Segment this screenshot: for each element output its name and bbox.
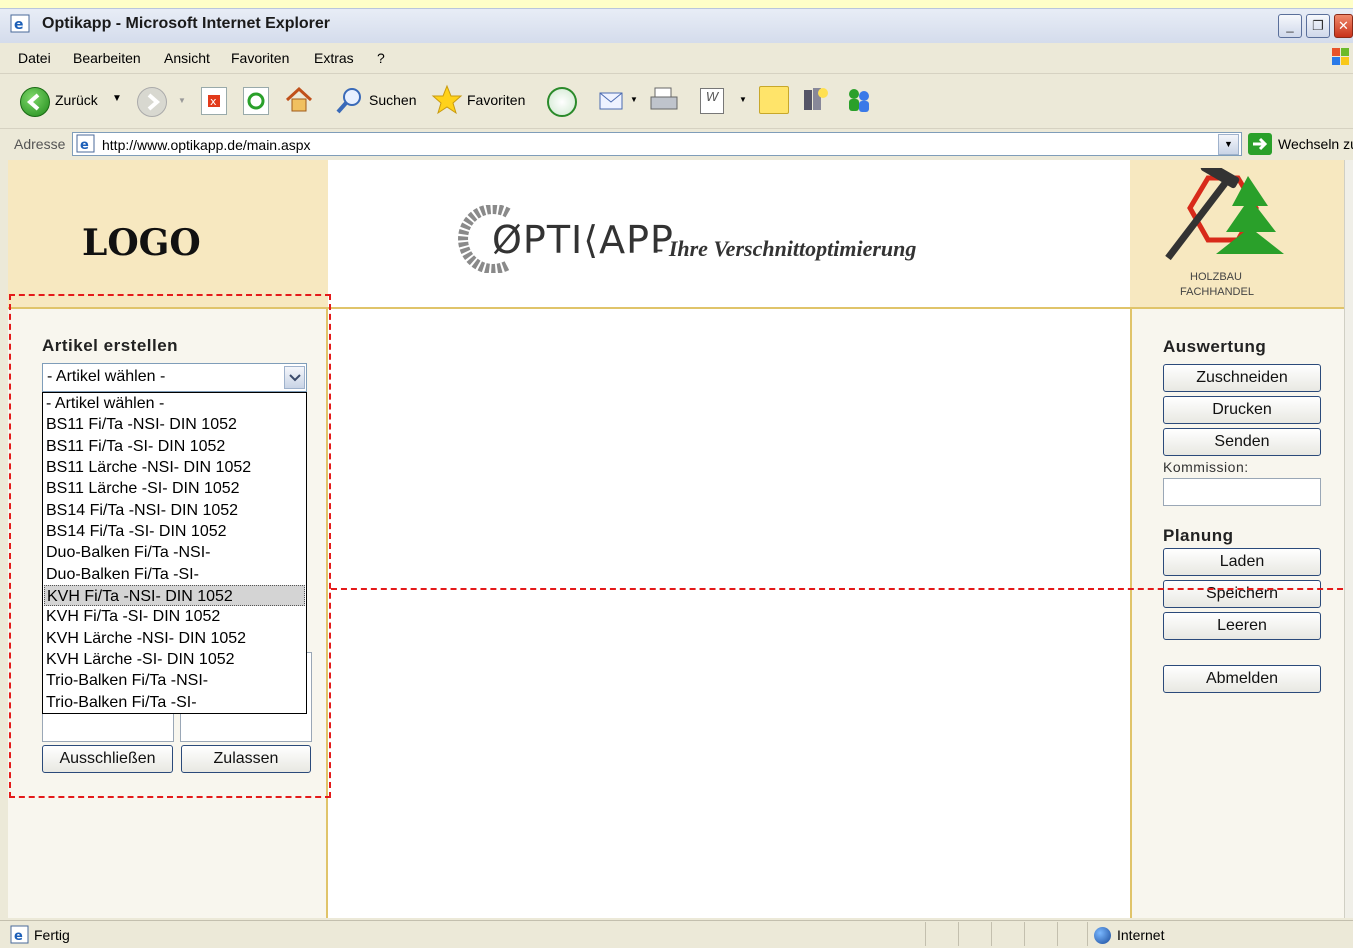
forward-arrow-icon[interactable] [137,87,167,117]
minimize-button[interactable]: _ [1278,14,1302,38]
favorites-button-label[interactable]: Favoriten [467,92,525,108]
globe-icon [1094,927,1111,944]
menu-extras[interactable]: Extras [314,50,354,66]
page-scrollbar[interactable] [1344,160,1353,918]
page-icon: e [76,134,96,154]
brand-name: ØPTI⟨APP [492,218,674,262]
svg-text:e: e [14,17,24,33]
mail-icon[interactable] [598,86,628,114]
window-title: Optikapp - Microsoft Internet Explorer [42,15,331,32]
favorites-star-icon[interactable] [431,84,463,116]
back-button-label[interactable]: Zurück [55,92,98,108]
menu-bearbeiten[interactable]: Bearbeiten [73,50,141,66]
brand-tagline: - Ihre Verschnittoptimierung [656,236,917,261]
ie-page-icon: e [10,14,32,34]
status-separator [1057,922,1058,946]
status-separator [925,922,926,946]
menu-help[interactable]: ? [377,50,385,66]
status-separator [991,922,992,946]
menu-datei[interactable]: Datei [18,50,51,66]
address-url: http://www.optikapp.de/main.aspx [102,137,311,153]
page-status-icon: e [10,925,30,945]
go-arrow-icon[interactable] [1248,133,1272,155]
load-button[interactable]: Laden [1163,548,1321,576]
go-button-label[interactable]: Wechseln zu [1278,136,1353,152]
desktop-strip [0,0,1353,8]
logo-placeholder: LOGO [82,222,201,264]
security-zone: Internet [1117,927,1165,943]
edit-dropdown-icon[interactable]: ▼ [739,95,747,104]
print-icon[interactable] [648,85,680,115]
commission-label: Kommission: [1163,459,1249,475]
forward-dropdown-icon[interactable]: ▼ [178,96,186,105]
status-text: Fertig [34,927,70,943]
status-separator [1024,922,1025,946]
annotation-dashed-line [331,588,1353,590]
svg-text:e: e [80,138,89,153]
close-button[interactable]: ✕ [1334,14,1353,38]
stop-icon[interactable]: x [201,87,227,115]
annotation-dashed-box [9,294,331,798]
svg-text:x: x [210,95,217,108]
menu-ansicht[interactable]: Ansicht [164,50,210,66]
windows-flag-icon [1330,46,1352,68]
messenger-icon[interactable] [843,84,875,116]
status-separator [1087,922,1088,946]
search-button-label[interactable]: Suchen [369,92,416,108]
status-separator [958,922,959,946]
svg-text:e: e [14,929,23,944]
cut-button[interactable]: Zuschneiden [1163,364,1321,392]
partner-line-2: FACHHANDEL [1180,286,1254,298]
history-icon[interactable] [547,87,577,117]
refresh-icon[interactable] [243,87,269,115]
address-dropdown-icon[interactable]: ▼ [1218,134,1239,155]
planning-title: Planung [1163,526,1234,545]
commission-input[interactable] [1163,478,1321,506]
back-dropdown-icon[interactable]: ▼ [112,93,122,104]
send-button[interactable]: Senden [1163,428,1321,456]
mail-dropdown-icon[interactable]: ▼ [630,95,638,104]
menu-favoriten[interactable]: Favoriten [231,50,289,66]
print-button[interactable]: Drucken [1163,396,1321,424]
holzbau-logo-icon [1156,159,1296,268]
notes-icon[interactable] [759,86,789,114]
save-button[interactable]: Speichern [1163,580,1321,608]
search-icon[interactable] [335,85,365,115]
partner-line-1: HOLZBAU [1190,271,1242,283]
restore-button[interactable]: ❐ [1306,14,1330,38]
logout-button[interactable]: Abmelden [1163,665,1321,693]
research-icon[interactable] [800,84,830,114]
address-label: Adresse [14,136,66,152]
evaluation-title: Auswertung [1163,337,1267,356]
back-arrow-icon[interactable] [20,87,50,117]
word-edit-icon[interactable]: W [700,88,724,114]
clear-button[interactable]: Leeren [1163,612,1321,640]
home-icon[interactable] [284,85,314,115]
